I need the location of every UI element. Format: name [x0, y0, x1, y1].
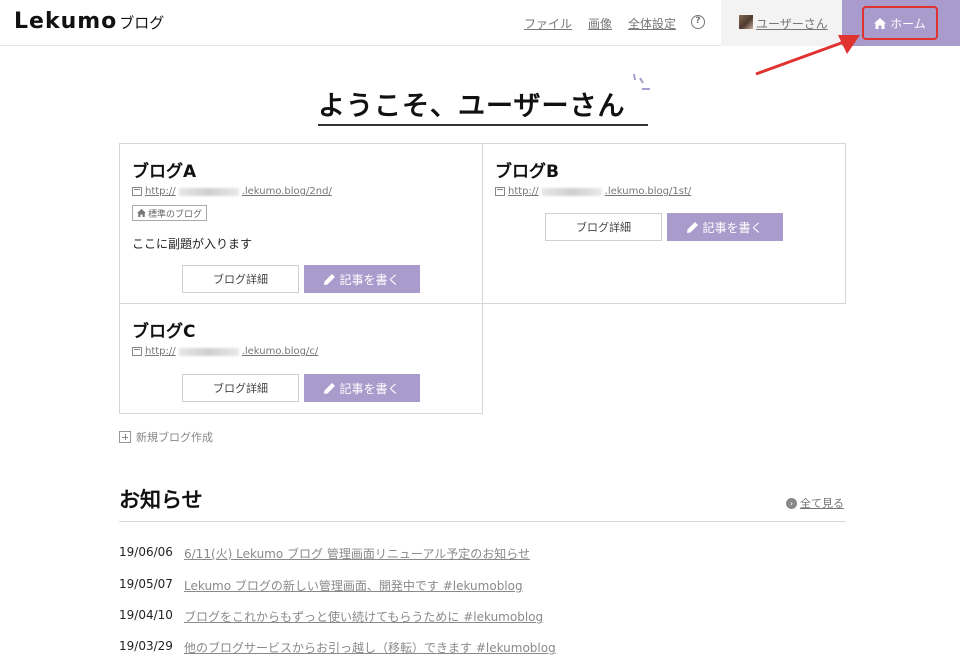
plus-icon [119, 431, 131, 443]
news-link[interactable]: ブログをこれからもずっと使い続けてもらうために #lekumoblog [184, 608, 543, 625]
blog-title: ブログA [132, 162, 197, 182]
window-icon [132, 187, 142, 196]
pencil-icon [324, 382, 336, 394]
write-post-label: 記事を書く [339, 272, 400, 287]
logo[interactable]: Lekumo ブログ [14, 9, 164, 34]
blog-url[interactable]: http:// .lekumo.blog/c/ [132, 346, 318, 357]
blog-url-prefix: http:// [145, 346, 176, 357]
blog-url-prefix: http:// [145, 186, 176, 197]
news-date: 19/05/07 [119, 577, 173, 591]
blog-url-prefix: http:// [508, 186, 539, 197]
avatar [739, 15, 753, 29]
write-post-button[interactable]: 記事を書く [304, 265, 420, 293]
news-date: 19/06/06 [119, 545, 173, 559]
news-title: お知らせ [119, 488, 203, 512]
sparkle-icon [633, 73, 650, 90]
blurred-domain [541, 187, 602, 196]
home-button[interactable]: ホーム [862, 6, 938, 40]
blog-title: ブログC [132, 322, 196, 342]
see-all-link[interactable]: › 全て見る [786, 495, 844, 511]
blurred-domain [178, 187, 239, 196]
news-item: 19/05/07 Lekumo ブログの新しい管理画面、開発中です #lekum… [119, 577, 523, 594]
write-post-label: 記事を書く [339, 381, 400, 396]
badge-label: 標準のブログ [148, 209, 203, 220]
write-post-button[interactable]: 記事を書く [667, 213, 783, 241]
nav-settings-link[interactable]: 全体設定 [628, 15, 676, 32]
blog-detail-button[interactable]: ブログ詳細 [545, 213, 662, 241]
blog-card-a: ブログA http:// .lekumo.blog/2nd/ 標準のブログ ここに… [119, 143, 483, 304]
welcome-heading: ようこそ、ユーザーさん [318, 91, 626, 122]
window-icon [495, 187, 505, 196]
blog-url[interactable]: http:// .lekumo.blog/1st/ [495, 186, 691, 197]
write-post-label: 記事を書く [702, 220, 763, 235]
logo-sub: ブログ [119, 14, 165, 32]
see-all-label: 全て見る [800, 497, 844, 510]
blog-card-b: ブログB http:// .lekumo.blog/1st/ ブログ詳細 記事を書… [482, 143, 846, 304]
blog-title: ブログB [495, 162, 559, 182]
blurred-domain [178, 347, 239, 356]
default-blog-badge: 標準のブログ [132, 205, 208, 221]
news-link[interactable]: Lekumo ブログの新しい管理画面、開発中です #lekumoblog [184, 577, 523, 594]
pencil-icon [687, 221, 699, 233]
news-item: 19/06/06 6/11(火) Lekumo ブログ 管理画面リニューアル予定… [119, 545, 530, 562]
window-icon [132, 347, 142, 356]
home-icon [874, 17, 887, 29]
nav-image-link[interactable]: 画像 [588, 15, 612, 32]
blog-detail-button[interactable]: ブログ詳細 [182, 265, 299, 293]
write-post-button[interactable]: 記事を書く [304, 374, 420, 402]
new-blog-label: 新規ブログ作成 [136, 431, 213, 444]
nav-file-link[interactable]: ファイル [524, 15, 572, 32]
blog-url[interactable]: http:// .lekumo.blog/2nd/ [132, 186, 332, 197]
news-divider [119, 521, 846, 522]
home-label: ホーム [890, 16, 926, 31]
new-blog-link[interactable]: 新規ブログ作成 [119, 429, 213, 445]
blog-url-suffix: .lekumo.blog/1st/ [604, 186, 692, 197]
news-date: 19/03/29 [119, 639, 173, 653]
annotation-arrow-icon [755, 35, 860, 76]
news-date: 19/04/10 [119, 608, 173, 622]
logo-main: Lekumo [14, 9, 118, 34]
blog-url-suffix: .lekumo.blog/c/ [241, 346, 319, 357]
news-item: 19/03/29 他のブログサービスからお引っ越し（移転）できます #lekum… [119, 639, 556, 656]
blog-subtitle: ここに副題が入ります [132, 237, 253, 251]
welcome-underline [318, 124, 648, 126]
home-icon [137, 209, 146, 217]
blog-detail-button[interactable]: ブログ詳細 [182, 374, 299, 402]
news-link[interactable]: 他のブログサービスからお引っ越し（移転）できます #lekumoblog [184, 639, 556, 656]
news-link[interactable]: 6/11(火) Lekumo ブログ 管理画面リニューアル予定のお知らせ [184, 545, 530, 562]
arrow-circle-icon: › [786, 497, 797, 509]
help-icon[interactable]: ? [691, 15, 705, 29]
pencil-icon [324, 273, 336, 285]
blog-url-suffix: .lekumo.blog/2nd/ [241, 186, 332, 197]
news-item: 19/04/10 ブログをこれからもずっと使い続けてもらうために #lekumo… [119, 608, 543, 625]
blog-card-c: ブログC http:// .lekumo.blog/c/ ブログ詳細 記事を書く [119, 303, 483, 414]
